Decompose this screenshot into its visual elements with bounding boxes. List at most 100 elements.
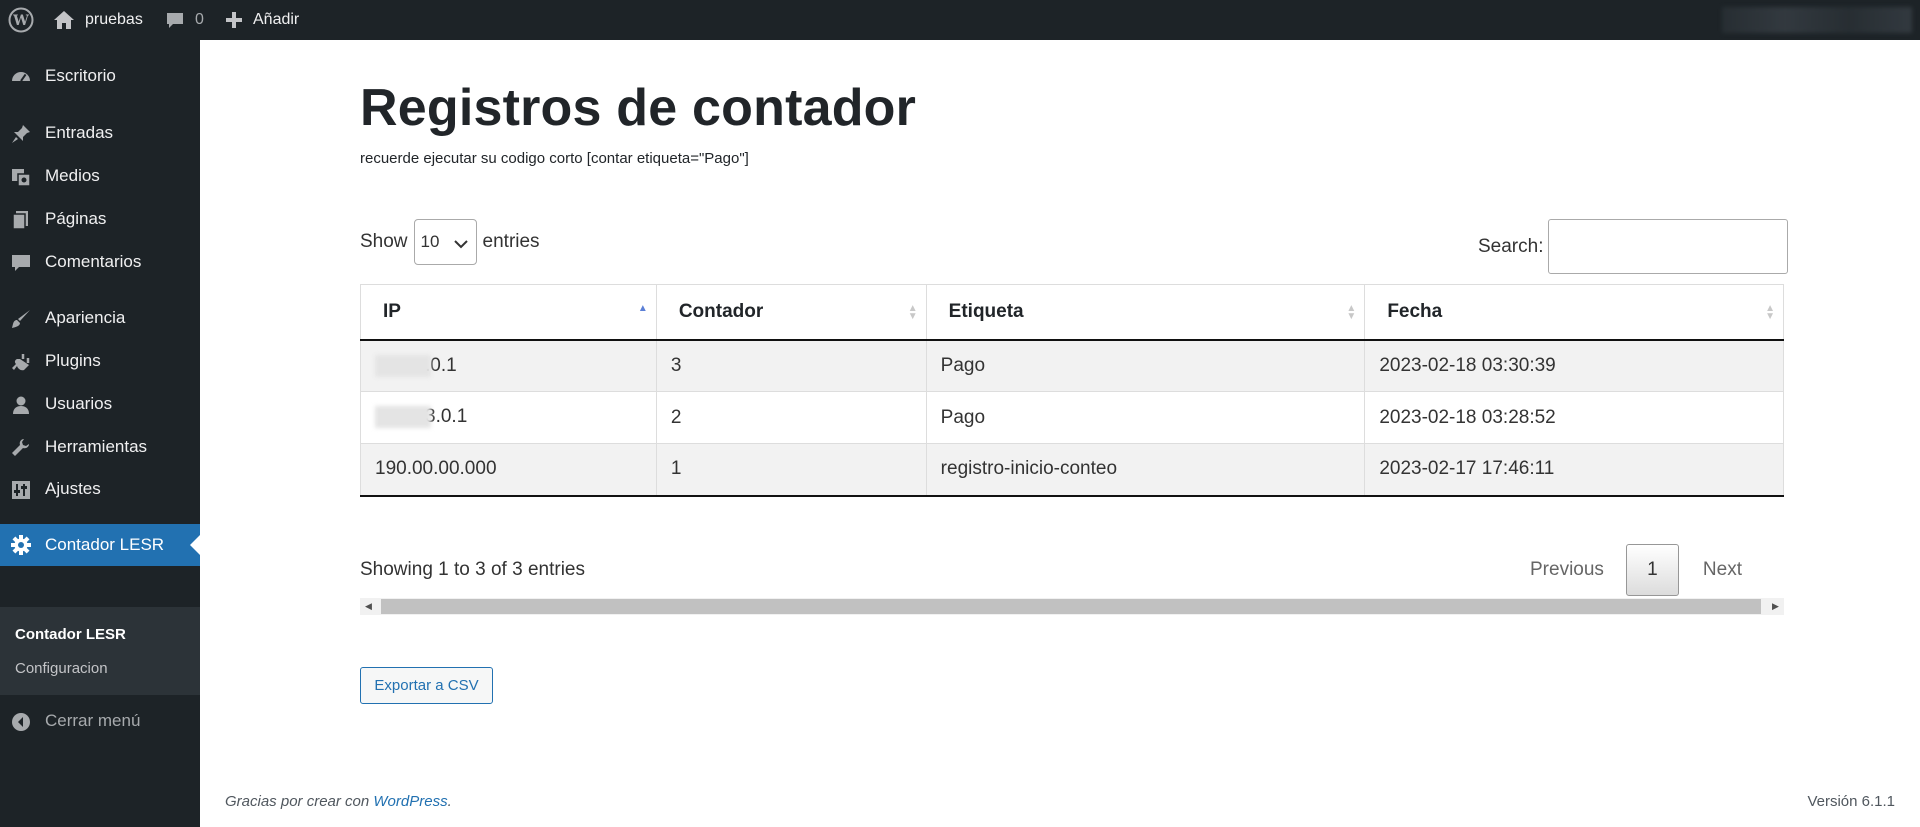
sidebar-item-label: Medios (45, 166, 100, 185)
cell-contador: 1 (655, 443, 927, 497)
pin-icon (10, 123, 32, 145)
brush-icon (10, 308, 32, 330)
cell-ip: 190.00.00.000 (360, 443, 657, 497)
pagination: Previous 1 Next (1530, 544, 1742, 596)
column-header-ip[interactable]: IP ▲ (360, 284, 657, 341)
previous-page-button[interactable]: Previous (1530, 559, 1604, 581)
sidebar-item-label: Plugins (45, 351, 101, 370)
cell-ip: 3.0.1 (360, 391, 657, 444)
sidebar-item-label: Ajustes (45, 479, 101, 498)
sidebar-item-label: Comentarios (45, 252, 142, 271)
admin-sidebar: Escritorio Entradas Medios Páginas Comen… (0, 40, 200, 827)
user-account-redacted[interactable] (1722, 7, 1912, 33)
entries-length-control: Show 10 entries (360, 219, 540, 265)
cell-etiqueta: Pago (925, 391, 1366, 444)
next-page-button[interactable]: Next (1703, 559, 1742, 581)
table-row: 190.00.00.000 1 registro-inicio-conteo 2… (360, 443, 1784, 497)
table-row: 3.0.1 2 Pago 2023-02-18 03:28:52 (360, 391, 1784, 444)
table-header-row: IP ▲ Contador ▲ ▼ Etiqueta ▲ ▼ Fecha ▲ ▼ (360, 284, 1784, 341)
redacted-ip (375, 406, 431, 429)
entries-per-page-value: 10 (420, 232, 440, 251)
horizontal-scrollbar[interactable]: ◀ ▶ (360, 598, 1784, 615)
pages-icon (10, 209, 32, 231)
submenu-item-contador-lesr[interactable]: Contador LESR (15, 626, 126, 643)
cell-etiqueta: registro-inicio-conteo (925, 443, 1366, 497)
wordpress-logo-icon[interactable]: W (8, 0, 34, 40)
media-icon (10, 166, 32, 188)
sidebar-item-comentarios[interactable]: Comentarios (0, 242, 200, 282)
sidebar-item-plugins[interactable]: Plugins (0, 341, 200, 381)
cell-fecha: 2023-02-17 17:46:11 (1364, 443, 1784, 497)
sidebar-item-herramientas[interactable]: Herramientas (0, 427, 200, 467)
footer-version: Versión 6.1.1 (1807, 793, 1895, 810)
sort-both-icon: ▲ ▼ (1346, 303, 1357, 322)
page-title: Registros de contador (360, 79, 917, 137)
chevron-down-icon (453, 234, 468, 254)
settings-sliders-icon (10, 479, 32, 501)
footer-thanks-suffix: . (447, 793, 452, 810)
sidebar-item-apariencia[interactable]: Apariencia (0, 298, 200, 338)
sidebar-item-medios[interactable]: Medios (0, 156, 200, 196)
sidebar-item-usuarios[interactable]: Usuarios (0, 384, 200, 424)
sidebar-item-label: Herramientas (45, 437, 148, 456)
sidebar-item-paginas[interactable]: Páginas (0, 199, 200, 239)
wordpress-link[interactable]: WordPress (373, 793, 447, 810)
sidebar-item-contador-lesr[interactable]: Contador LESR (0, 524, 200, 566)
cell-fecha: 2023-02-18 03:28:52 (1364, 391, 1784, 444)
plug-icon (10, 351, 32, 373)
comment-icon (167, 13, 183, 28)
search-input[interactable] (1548, 219, 1789, 274)
sidebar-item-label: Contador LESR (45, 535, 165, 554)
records-table: IP ▲ Contador ▲▼ Etiqueta ▲▼ Fecha ▲▼ (360, 284, 1784, 497)
sort-both-icon: ▲ ▼ (1765, 303, 1775, 322)
cell-contador: 3 (655, 339, 927, 392)
footer-thanks: Gracias por crear con WordPress. (225, 793, 452, 810)
sidebar-item-ajustes[interactable]: Ajustes (0, 469, 200, 509)
home-icon (54, 11, 74, 29)
cell-ip-text: 3.0.1 (425, 406, 468, 428)
scroll-left-arrow-icon[interactable]: ◀ (360, 598, 377, 615)
comment-icon (10, 252, 32, 274)
sidebar-item-escritorio[interactable]: Escritorio (0, 56, 200, 96)
sort-ascending-icon: ▲ (637, 303, 648, 314)
column-header-contador[interactable]: Contador ▲ ▼ (655, 284, 927, 341)
sidebar-item-entradas[interactable]: Entradas (0, 113, 200, 153)
cell-fecha: 2023-02-18 03:30:39 (1364, 339, 1784, 392)
submenu-contador-lesr: Contador LESR Configuracion (0, 607, 200, 695)
collapse-menu-button[interactable]: Cerrar menú (0, 701, 200, 741)
sidebar-item-label: Apariencia (45, 308, 126, 327)
scrollbar-thumb[interactable] (381, 599, 1761, 614)
column-header-etiqueta[interactable]: Etiqueta ▲ ▼ (925, 284, 1366, 341)
cell-etiqueta: Pago (925, 339, 1366, 392)
comments-link[interactable]: 0 (165, 0, 204, 40)
records-table-wrapper: IP ▲ Contador ▲▼ Etiqueta ▲▼ Fecha ▲▼ (360, 284, 1784, 540)
page-button-1[interactable]: 1 (1625, 544, 1679, 596)
table-row: .0.1 3 Pago 2023-02-18 03:30:39 (360, 339, 1784, 392)
column-header-label: Contador (678, 300, 764, 322)
dashboard-icon (10, 66, 32, 88)
admin-bar: W pruebas 0 Añadir (0, 0, 1920, 40)
gear-icon (10, 534, 32, 556)
scroll-right-arrow-icon[interactable]: ▶ (1767, 598, 1784, 615)
export-csv-button[interactable]: Exportar a CSV (360, 667, 493, 704)
main-content: Registros de contador recuerde ejecutar … (200, 40, 1920, 827)
collapse-arrow-icon (10, 711, 32, 733)
sidebar-item-label: Escritorio (45, 66, 116, 85)
sidebar-item-label: Páginas (45, 209, 107, 228)
new-label: Añadir (253, 11, 300, 28)
submenu-item-configuracion[interactable]: Configuracion (15, 660, 108, 677)
length-show-label: Show (360, 231, 408, 252)
svg-text:W: W (12, 13, 29, 29)
wrench-icon (10, 437, 32, 459)
new-content-link[interactable]: Añadir (225, 0, 299, 40)
entries-per-page-select[interactable]: 10 (413, 219, 477, 265)
column-header-label: Etiqueta (948, 300, 1024, 322)
comments-count: 0 (195, 11, 204, 28)
column-header-fecha[interactable]: Fecha ▲ ▼ (1364, 284, 1784, 341)
column-header-label: IP (383, 300, 401, 322)
cell-ip: .0.1 (360, 339, 657, 392)
footer-thanks-text: Gracias por crear con (225, 793, 374, 810)
collapse-label: Cerrar menú (45, 711, 141, 730)
site-home-link[interactable]: pruebas (53, 0, 143, 40)
length-entries-label: entries (482, 231, 540, 252)
